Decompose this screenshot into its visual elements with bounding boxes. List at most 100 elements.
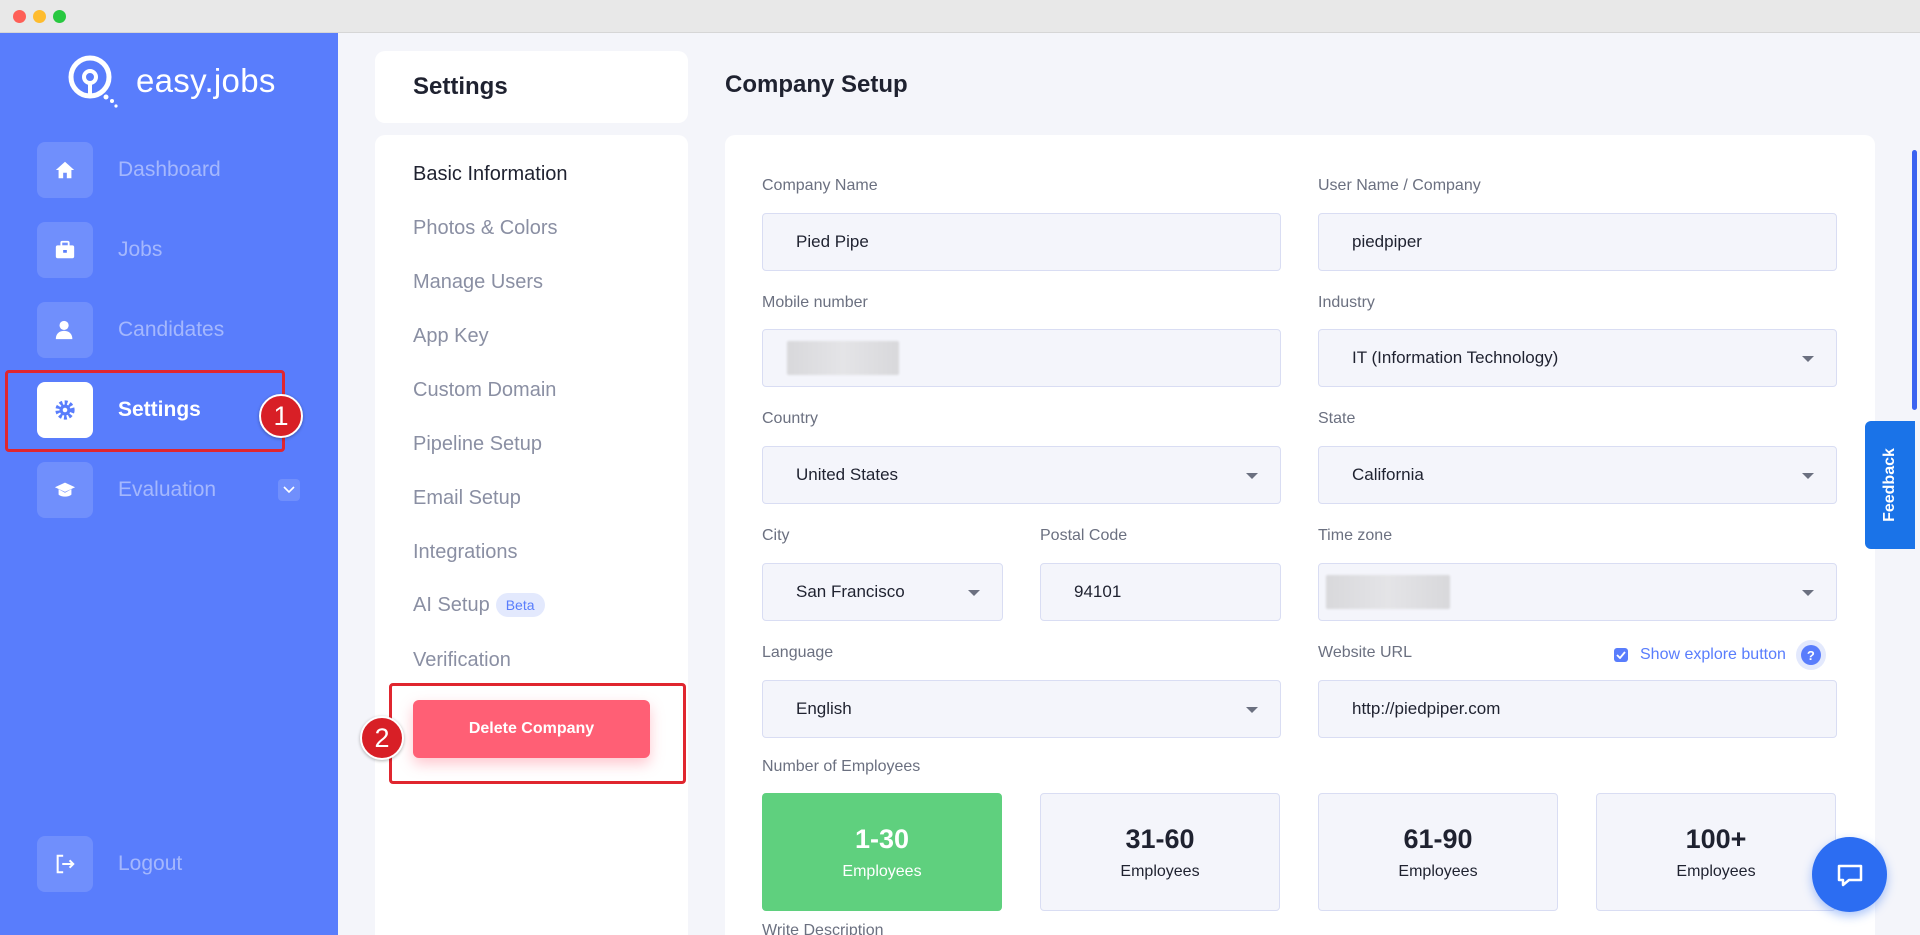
employee-unit: Employees <box>842 862 922 880</box>
sidebar-item-label: Jobs <box>118 238 163 261</box>
sidebar-item-jobs[interactable]: Jobs <box>37 222 297 278</box>
logo-text: easy.jobs <box>136 62 276 99</box>
graduation-cap-icon <box>37 462 93 518</box>
industry-label: Industry <box>1318 294 1375 311</box>
mobile-field[interactable] <box>762 329 1281 387</box>
postal-field[interactable]: 94101 <box>1040 563 1281 621</box>
redacted-timezone <box>1326 575 1450 609</box>
company-name-label: Company Name <box>762 177 878 194</box>
sidebar-item-logout[interactable]: Logout <box>37 836 297 892</box>
page-title: Company Setup <box>725 71 908 98</box>
chevron-down-icon[interactable] <box>278 479 300 501</box>
sidebar-item-evaluation[interactable]: Evaluation <box>37 462 300 518</box>
employee-unit: Employees <box>1398 862 1478 880</box>
feedback-label: Feedback <box>1881 448 1898 522</box>
employee-option-61-90[interactable]: 61-90 Employees <box>1318 793 1558 911</box>
briefcase-icon <box>37 222 93 278</box>
username-field[interactable]: piedpiper <box>1318 213 1837 271</box>
feedback-tab[interactable]: Feedback <box>1865 421 1915 549</box>
website-label: Website URL <box>1318 644 1412 661</box>
mobile-label: Mobile number <box>762 294 868 311</box>
employee-option-31-60[interactable]: 31-60 Employees <box>1040 793 1280 911</box>
show-explore-toggle[interactable]: Show explore button ? <box>1614 640 1826 670</box>
language-label: Language <box>762 644 834 661</box>
employee-option-1-30[interactable]: 1-30 Employees <box>762 793 1002 911</box>
language-value: English <box>796 699 852 718</box>
employee-unit: Employees <box>1120 862 1200 880</box>
delete-company-button[interactable]: Delete Company <box>413 700 650 758</box>
settings-menu: Basic Information Photos & Colors Manage… <box>375 135 688 935</box>
redacted-mobile <box>787 341 899 375</box>
sidebar-item-dashboard[interactable]: Dashboard <box>37 142 297 198</box>
logo[interactable]: easy.jobs <box>66 53 276 109</box>
settings-title: Settings <box>413 73 508 100</box>
highlight-settings <box>5 370 285 452</box>
employee-unit: Employees <box>1676 862 1756 880</box>
postal-label: Postal Code <box>1040 527 1128 544</box>
caret-down-icon <box>1246 707 1258 713</box>
window-titlebar <box>0 0 1920 33</box>
industry-value: IT (Information Technology) <box>1352 348 1559 367</box>
company-name-field[interactable]: Pied Pipe <box>762 213 1281 271</box>
state-select[interactable]: California <box>1318 446 1837 504</box>
user-icon <box>37 302 93 358</box>
city-value: San Francisco <box>796 582 905 601</box>
employee-range: 100+ <box>1685 823 1747 854</box>
beta-badge: Beta <box>495 593 545 617</box>
menu-app-key[interactable]: App Key <box>413 325 489 348</box>
help-icon[interactable]: ? <box>1795 640 1826 670</box>
postal-value: 94101 <box>1074 582 1122 601</box>
employee-option-100-plus[interactable]: 100+ Employees <box>1596 793 1836 911</box>
website-field[interactable]: http://piedpiper.com <box>1318 680 1837 738</box>
state-value: California <box>1352 465 1424 484</box>
sidebar: easy.jobs Dashboard Jobs Candidates Sett… <box>0 33 338 935</box>
language-select[interactable]: English <box>762 680 1281 738</box>
employee-range: 31-60 <box>1125 823 1195 854</box>
city-select[interactable]: San Francisco <box>762 563 1003 621</box>
logout-icon <box>37 836 93 892</box>
menu-ai-setup-label: AI Setup <box>413 593 490 616</box>
company-name-value: Pied Pipe <box>796 232 869 251</box>
employee-range: 1-30 <box>854 823 910 854</box>
username-value: piedpiper <box>1352 232 1422 251</box>
sidebar-item-label: Dashboard <box>118 158 221 181</box>
sidebar-item-candidates[interactable]: Candidates <box>37 302 297 358</box>
menu-photos-colors[interactable]: Photos & Colors <box>413 217 558 240</box>
timezone-select[interactable] <box>1318 563 1837 621</box>
maximize-window-button[interactable] <box>53 10 66 23</box>
employee-range: 61-90 <box>1403 823 1473 854</box>
chat-button[interactable] <box>1812 837 1887 912</box>
menu-basic-information[interactable]: Basic Information <box>413 163 568 186</box>
website-value: http://piedpiper.com <box>1352 699 1501 718</box>
sidebar-item-label: Candidates <box>118 318 225 341</box>
country-select[interactable]: United States <box>762 446 1281 504</box>
menu-pipeline-setup[interactable]: Pipeline Setup <box>413 433 542 456</box>
caret-down-icon <box>1802 590 1814 596</box>
caret-down-icon <box>968 590 980 596</box>
easyjobs-logo-icon <box>68 55 118 108</box>
city-label: City <box>762 527 790 544</box>
close-window-button[interactable] <box>13 10 26 23</box>
settings-header: Settings <box>375 51 688 123</box>
minimize-window-button[interactable] <box>33 10 46 23</box>
checkbox-checked-icon[interactable] <box>1614 648 1628 662</box>
state-label: State <box>1318 410 1356 427</box>
timezone-label: Time zone <box>1318 527 1393 544</box>
menu-verification[interactable]: Verification <box>413 649 511 672</box>
menu-ai-setup[interactable]: AI Setup Beta <box>413 593 545 617</box>
menu-custom-domain[interactable]: Custom Domain <box>413 379 556 402</box>
menu-manage-users[interactable]: Manage Users <box>413 271 543 294</box>
menu-email-setup[interactable]: Email Setup <box>413 487 521 510</box>
step-badge-2: 2 <box>360 716 404 760</box>
home-icon <box>37 142 93 198</box>
employees-label: Number of Employees <box>762 758 921 775</box>
country-value: United States <box>796 465 899 484</box>
menu-integrations[interactable]: Integrations <box>413 541 518 564</box>
step-badge-1: 1 <box>259 394 303 438</box>
description-label: Write Description <box>762 922 884 935</box>
chat-icon <box>1837 864 1862 886</box>
logout-label: Logout <box>118 852 183 875</box>
industry-select[interactable]: IT (Information Technology) <box>1318 329 1837 387</box>
scrollbar[interactable] <box>1912 150 1917 410</box>
caret-down-icon <box>1802 356 1814 362</box>
